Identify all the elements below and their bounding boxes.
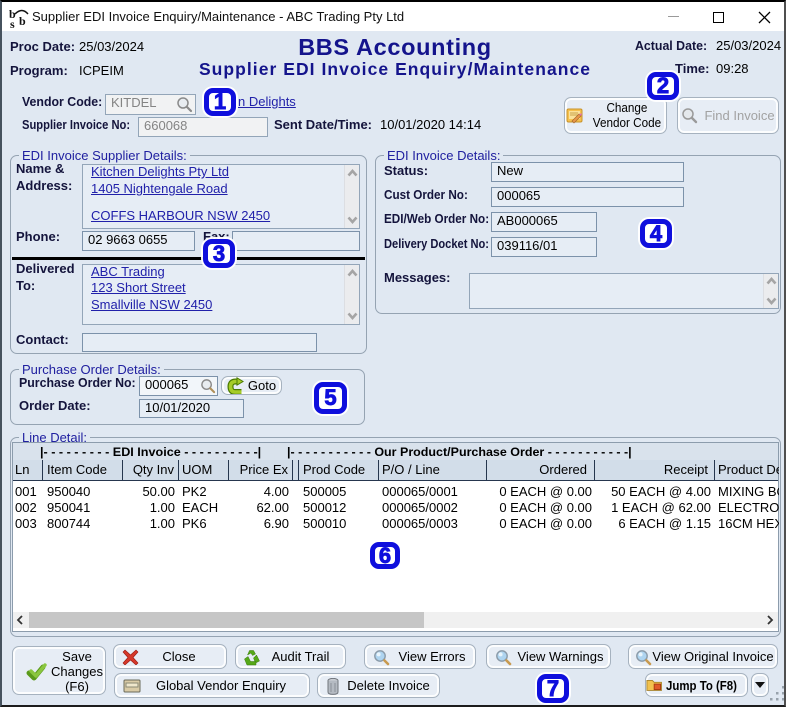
svg-text:b: b bbox=[19, 14, 26, 28]
svg-text:s: s bbox=[10, 17, 15, 29]
